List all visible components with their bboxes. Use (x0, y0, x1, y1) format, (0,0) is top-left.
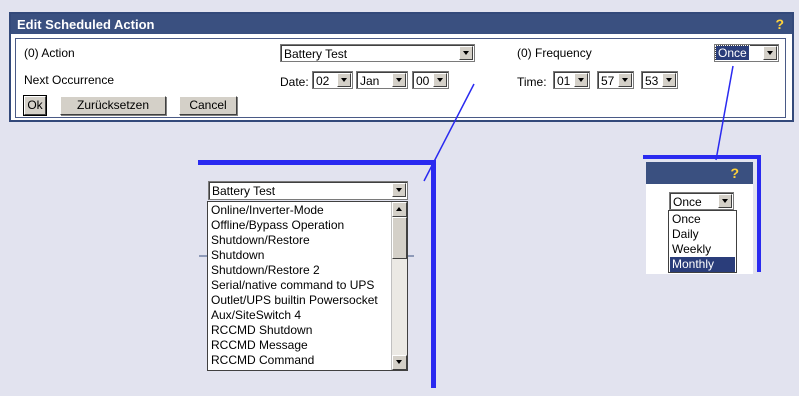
action-zoom-frame-top (198, 160, 436, 165)
action-option[interactable]: Offline/Bypass Operation (209, 218, 390, 233)
help-icon[interactable]: ? (730, 165, 739, 181)
frequency-zoom-select[interactable]: Once (669, 192, 734, 210)
action-option[interactable]: Outlet/UPS builtin Powersocket (209, 293, 390, 308)
frequency-option[interactable]: Monthly (670, 257, 735, 272)
scroll-down-icon[interactable] (392, 355, 407, 370)
action-option[interactable]: Aux/SiteSwitch 4 (209, 308, 390, 323)
chevron-down-icon[interactable] (392, 183, 406, 197)
frequency-zoom-select-value: Once (673, 195, 702, 209)
action-option[interactable]: RCCMD Shutdown (209, 323, 390, 338)
frequency-callout-line (715, 65, 734, 161)
scroll-thumb[interactable] (392, 217, 407, 259)
action-options-list[interactable]: Online/Inverter-Mode Offline/Bypass Opera… (207, 201, 408, 371)
action-option[interactable]: Shutdown/Restore (209, 233, 390, 248)
action-zoom-select-value: Battery Test (212, 184, 276, 198)
action-option[interactable]: Serial/native command to UPS (209, 278, 390, 293)
frequency-option[interactable]: Daily (670, 227, 735, 242)
frequency-options-list[interactable]: Once Daily Weekly Monthly (668, 210, 737, 273)
chevron-down-icon[interactable] (718, 194, 732, 208)
frequency-zoom-panel: ? Once Once Daily Weekly Monthly (646, 162, 753, 274)
action-option[interactable]: Online/Inverter-Mode (209, 203, 390, 218)
action-option[interactable]: RCCMD Message (209, 338, 390, 353)
frequency-zoom-frame-right (757, 155, 761, 272)
frequency-zoom-frame-top (643, 155, 761, 159)
frequency-zoom-titlebar: ? (646, 162, 753, 184)
action-option[interactable]: RCCMD Command (209, 353, 390, 368)
scroll-up-icon[interactable] (392, 202, 407, 217)
action-option[interactable]: Shutdown/Restore 2 (209, 263, 390, 278)
scrollbar[interactable] (391, 202, 407, 370)
action-zoom-select[interactable]: Battery Test (208, 181, 408, 200)
frequency-option[interactable]: Weekly (670, 242, 735, 257)
action-zoom-frame-right (431, 160, 436, 388)
action-option[interactable]: Shutdown (209, 248, 390, 263)
frequency-option[interactable]: Once (670, 212, 735, 227)
